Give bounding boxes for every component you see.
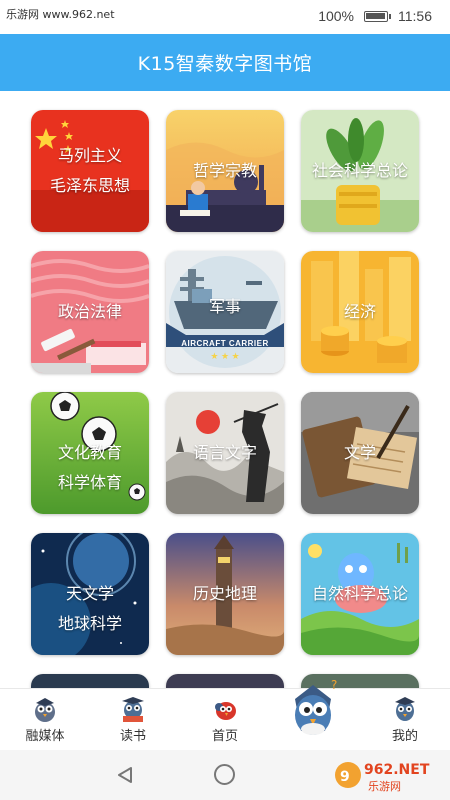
category-label-line2: 毛泽东思想	[49, 176, 130, 195]
nav-tab-media[interactable]: 融媒体	[10, 689, 80, 751]
category-label: 天文学	[65, 584, 114, 603]
category-tile-language[interactable]: 语言文字	[166, 392, 284, 514]
category-tile-social-science[interactable]: 社会科学总论	[301, 110, 419, 232]
back-triangle-icon[interactable]	[116, 766, 134, 784]
battery-percent: 100%	[318, 8, 354, 24]
nav-label: 我的	[391, 729, 418, 744]
nav-label: 首页	[211, 729, 238, 744]
category-label: 军事	[208, 297, 241, 316]
system-nav-bar: 9 962.NET 乐游网	[0, 750, 450, 800]
category-label: 文化教育	[57, 443, 122, 462]
category-tile-economy[interactable]: 经济	[301, 251, 419, 373]
category-label: 经济	[343, 302, 376, 321]
svg-text:?: ?	[331, 678, 337, 692]
category-label: 历史地理	[192, 584, 257, 603]
category-tile-military[interactable]: 军事 AIRCRAFT CARRIER ★ ★ ★	[166, 251, 284, 373]
category-tile-astronomy[interactable]: 天文学 地球科学	[31, 533, 149, 655]
nav-label: 融媒体	[25, 729, 65, 744]
site-watermark-logo: 9 962.NET 乐游网	[334, 754, 444, 796]
nav-tab-home[interactable]: 首页	[190, 689, 260, 751]
category-tile-natural-science[interactable]: 自然科学总论	[301, 533, 419, 655]
bottom-nav: 融媒体 读书 首页 ? 我的	[0, 678, 450, 751]
category-tile-partial[interactable]	[166, 674, 284, 688]
category-label: 语言文字	[192, 443, 257, 462]
category-label: 政治法律	[57, 302, 122, 321]
nav-tab-profile[interactable]: 我的	[370, 689, 440, 751]
category-label: 自然科学总论	[311, 584, 408, 603]
nav-label: 读书	[119, 729, 146, 744]
category-label: 社会科学总论	[311, 161, 408, 180]
category-tile-philosophy[interactable]: 哲学宗教	[166, 110, 284, 232]
owl-book-icon	[122, 697, 144, 722]
status-indicators: 100% 11:56	[318, 8, 432, 24]
owl-media-icon	[35, 698, 55, 722]
category-tile-partial[interactable]	[31, 674, 149, 688]
bird-home-icon	[215, 702, 236, 720]
status-bar: 乐游网 www.962.net 100% 11:56	[0, 0, 450, 34]
category-grid: 马列主义 毛泽东思想 哲学宗教 社会科学总论 政治法律 军事 AIRCRAFT …	[0, 91, 450, 688]
category-label: 哲学宗教	[192, 161, 257, 180]
category-tile-politics-law[interactable]: 政治法律	[31, 251, 149, 373]
category-label-line2: 地球科学	[57, 614, 122, 633]
brand-logo-icon: 9 962.NET 乐游网	[335, 762, 430, 793]
home-circle-icon[interactable]	[214, 764, 235, 785]
category-tile-literature[interactable]: 文学	[301, 392, 419, 514]
brand-text: 962.NET	[364, 762, 430, 778]
owl-mascot-icon: ?	[295, 678, 337, 735]
category-tile-marxism[interactable]: 马列主义 毛泽东思想	[31, 110, 149, 232]
category-tile-culture-education[interactable]: 文化教育 科学体育	[31, 392, 149, 514]
category-label: 马列主义	[57, 146, 122, 165]
owl-profile-icon	[395, 697, 415, 721]
page-title: K15智秦数字图书馆	[137, 53, 313, 75]
brand-subtext: 乐游网	[368, 780, 401, 793]
nav-center-mascot[interactable]: ?	[285, 675, 341, 745]
clock: 11:56	[398, 8, 432, 24]
category-label-line2: 科学体育	[57, 473, 122, 492]
stars-icon: ★ ★ ★	[210, 351, 240, 361]
battery-level-fill	[366, 12, 385, 19]
watermark-text: 乐游网 www.962.net	[6, 8, 115, 21]
category-tile-history-geography[interactable]: 历史地理	[166, 533, 284, 655]
battery-icon	[364, 10, 391, 22]
category-label: 文学	[343, 443, 376, 462]
svg-text:9: 9	[340, 769, 350, 785]
app-header: K15智秦数字图书馆	[0, 34, 450, 91]
carrier-badge-text: AIRCRAFT CARRIER	[181, 339, 269, 348]
nav-tab-read[interactable]: 读书	[98, 689, 168, 751]
